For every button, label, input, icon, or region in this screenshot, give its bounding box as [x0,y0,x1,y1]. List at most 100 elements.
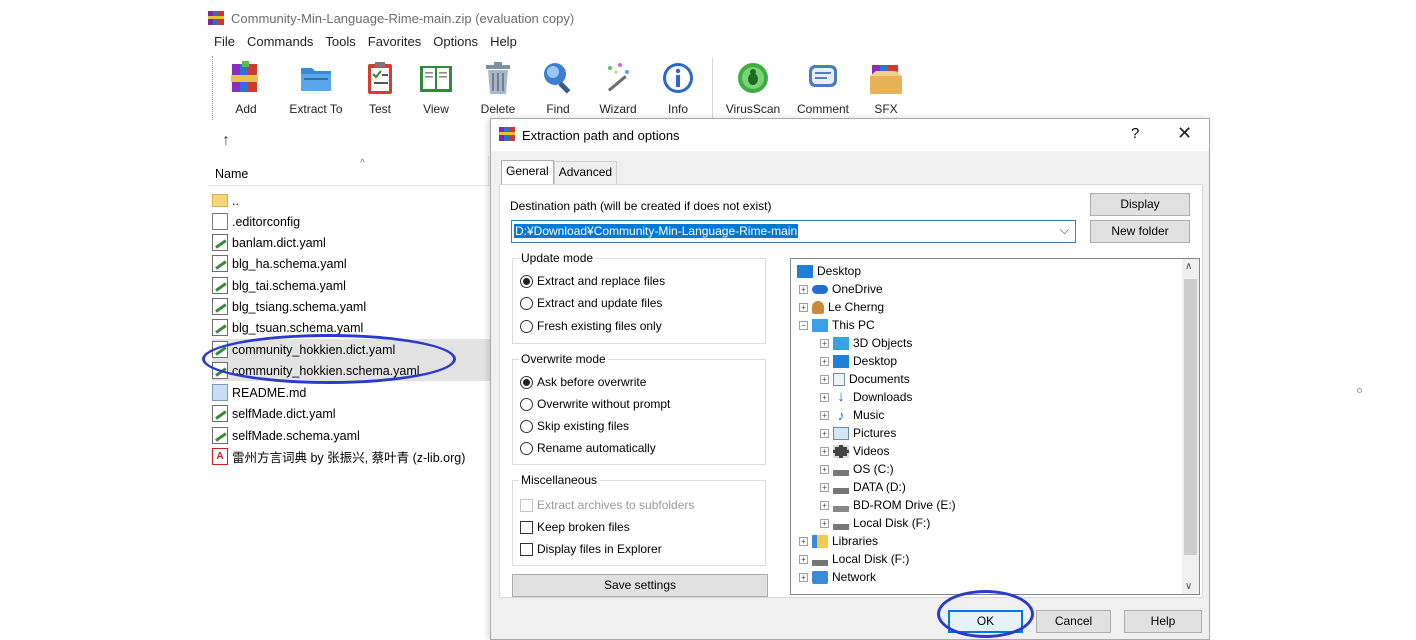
scroll-up-icon[interactable]: ∧ [1185,261,1192,272]
tree-node-videos[interactable]: + Videos [820,442,889,460]
destination-path-value[interactable]: D:¥Download¥Community-Min-Language-Rime-… [514,224,799,238]
file-row[interactable]: blg_tai.schema.yaml [212,275,498,296]
menu-file[interactable]: File [214,34,235,49]
checkbox-keep-broken-files[interactable]: Keep broken files [520,520,630,534]
add-button[interactable]: Add [228,60,264,116]
tree-node-user[interactable]: + Le Cherng [799,298,884,316]
view-button[interactable]: View [418,60,454,116]
wizard-button[interactable]: Wizard [596,60,640,116]
info-button[interactable]: Info [660,60,696,116]
expand-icon[interactable]: + [820,338,829,348]
tree-node-network[interactable]: + Network [799,568,876,586]
folder-tree[interactable]: Desktop + OneDrive + Le Cherng − This PC +3… [790,258,1200,595]
tree-node-libraries[interactable]: + Libraries [799,532,878,550]
file-row[interactable]: banlam.dict.yaml [212,232,498,253]
file-row[interactable]: community_hokkien.schema.yaml [212,360,498,381]
radio-rename-automatically[interactable]: Rename automatically [520,441,656,455]
file-row[interactable]: .. [212,190,498,211]
radio-overwrite-without-prompt[interactable]: Overwrite without prompt [520,397,670,411]
expand-icon[interactable]: + [820,374,829,384]
menu-commands[interactable]: Commands [247,34,313,49]
collapse-icon[interactable]: − [799,320,808,330]
tree-node-pictures[interactable]: + Pictures [820,424,896,442]
tree-node-local-disk-f[interactable]: + Local Disk (F:) [820,514,930,532]
up-one-level-icon[interactable]: ↑ [222,132,230,150]
new-folder-button[interactable]: New folder [1090,220,1190,243]
file-row[interactable]: .editorconfig [212,211,498,232]
expand-icon[interactable]: + [820,410,829,420]
file-row[interactable]: selfMade.schema.yaml [212,425,498,446]
checkbox-indicator[interactable] [520,542,533,556]
radio-fresh-existing[interactable]: Fresh existing files only [520,319,662,333]
tree-node-bd-rom-e[interactable]: + BD-ROM Drive (E:) [820,496,956,514]
close-icon[interactable]: ✕ [1177,123,1192,144]
cancel-button[interactable]: Cancel [1036,610,1111,633]
test-button[interactable]: Test [362,60,398,116]
delete-button[interactable]: Delete [478,60,518,116]
tab-advanced[interactable]: Advanced [553,161,618,185]
tree-scrollbar[interactable]: ∧ ∨ [1182,259,1199,594]
file-row[interactable]: A 雷州方言词典 by 张振兴, 蔡叶青 (z-lib.org) [212,446,498,467]
find-button[interactable]: Find [540,60,576,116]
menu-favorites[interactable]: Favorites [368,34,421,49]
tree-node-os-c[interactable]: + OS (C:) [820,460,894,478]
comment-button[interactable]: Comment [792,60,854,116]
tree-node-desktop-pc[interactable]: + Desktop [820,352,897,370]
column-divider[interactable] [488,156,489,186]
expand-icon[interactable]: + [820,428,829,438]
file-row[interactable]: community_hokkien.dict.yaml [212,339,498,360]
virusscan-button[interactable]: VirusScan [724,60,782,116]
scroll-down-icon[interactable]: ∨ [1185,581,1192,592]
file-row[interactable]: README.md [212,382,498,403]
radio-indicator[interactable] [520,274,533,288]
expand-icon[interactable]: + [820,392,829,402]
radio-indicator[interactable] [520,375,533,389]
tree-node-desktop[interactable]: Desktop [797,262,861,280]
expand-icon[interactable]: + [820,518,829,528]
tree-node-3d-objects[interactable]: +3D Objects [820,334,912,352]
file-row[interactable]: selfMade.dict.yaml [212,403,498,424]
file-row[interactable]: blg_tsuan.schema.yaml [212,317,498,338]
expand-icon[interactable]: + [799,284,808,294]
tree-node-this-pc[interactable]: − This PC [799,316,875,334]
help-icon[interactable]: ? [1131,125,1139,142]
radio-ask-before-overwrite[interactable]: Ask before overwrite [520,375,646,389]
tree-node-documents[interactable]: + Documents [820,370,910,388]
extract-to-button[interactable]: Extract To [284,60,348,116]
expand-icon[interactable]: + [820,464,829,474]
tree-node-music[interactable]: + ♪ Music [820,406,884,424]
file-row[interactable]: blg_ha.schema.yaml [212,253,498,274]
expand-icon[interactable]: + [799,554,808,564]
expand-icon[interactable]: + [820,482,829,492]
help-button[interactable]: Help [1124,610,1202,633]
radio-skip-existing[interactable]: Skip existing files [520,419,629,433]
sfx-button[interactable]: SFX [868,60,904,116]
tree-node-onedrive[interactable]: + OneDrive [799,280,883,298]
radio-extract-replace[interactable]: Extract and replace files [520,274,665,288]
menu-options[interactable]: Options [433,34,478,49]
radio-indicator[interactable] [520,397,533,411]
expand-icon[interactable]: + [820,446,829,456]
file-row[interactable]: blg_tsiang.schema.yaml [212,296,498,317]
expand-icon[interactable]: + [799,302,808,312]
radio-extract-update[interactable]: Extract and update files [520,296,662,310]
radio-indicator[interactable] [520,319,533,333]
expand-icon[interactable]: + [799,572,808,582]
expand-icon[interactable]: + [820,500,829,510]
checkbox-display-in-explorer[interactable]: Display files in Explorer [520,542,662,556]
tab-general[interactable]: General [501,160,554,184]
display-button[interactable]: Display [1090,193,1190,216]
column-name-header[interactable]: Name [215,167,248,181]
tree-node-local-disk-f-root[interactable]: + Local Disk (F:) [799,550,909,568]
menu-tools[interactable]: Tools [325,34,355,49]
tree-node-data-d[interactable]: + DATA (D:) [820,478,906,496]
radio-indicator[interactable] [520,296,533,310]
menu-help[interactable]: Help [490,34,517,49]
expand-icon[interactable]: + [820,356,829,366]
tree-node-downloads[interactable]: + ↓ Downloads [820,388,912,406]
chevron-down-icon[interactable]: ⌵ [1060,223,1069,238]
radio-indicator[interactable] [520,419,533,433]
ok-button[interactable]: OK [948,610,1023,633]
scrollbar-thumb[interactable] [1184,279,1197,555]
checkbox-indicator[interactable] [520,520,533,534]
